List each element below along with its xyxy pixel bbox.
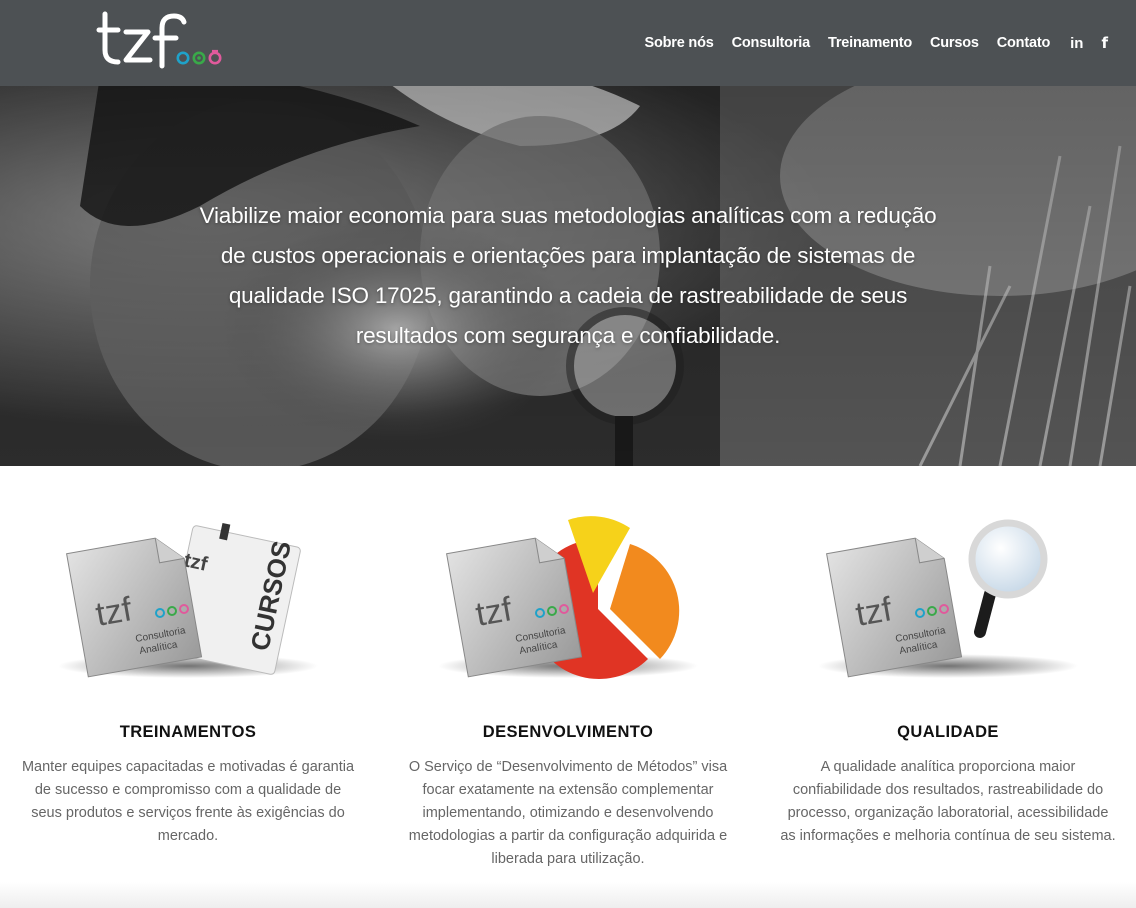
feature-description: O Serviço de “Desenvolvimento de Métodos… [408, 759, 728, 867]
pie-chart-illustration-icon: tzf Consultoria Analítica [438, 516, 698, 679]
hero-tagline: Viabilize maior economia para suas metod… [199, 203, 937, 348]
feature-qualidade: tzf Consultoria Analítica QUALIDADE A qu… [778, 466, 1118, 908]
tzf-logo[interactable] [96, 10, 236, 74]
nav-item-cursos[interactable]: Cursos [930, 35, 979, 51]
illustration-logo: tzf [473, 590, 515, 634]
cursos-illustration-icon: CURSOS tzf tzf Consultoria Analítica [58, 523, 318, 678]
main-nav: Sobre nós Consultoria Treinamento Cursos… [627, 0, 1109, 86]
feature-treinamentos: CURSOS tzf tzf Consultoria Analítica TRE… [18, 466, 358, 908]
facebook-icon[interactable]: f [1101, 34, 1108, 52]
site-header: Sobre nós Consultoria Treinamento Cursos… [0, 0, 1136, 86]
features-section: CURSOS tzf tzf Consultoria Analítica TRE… [0, 466, 1136, 908]
illustration-logo: tzf [93, 590, 135, 634]
linkedin-icon[interactable]: in [1070, 35, 1083, 52]
nav-item-contato[interactable]: Contato [997, 35, 1051, 51]
feature-desenvolvimento: tzf Consultoria Analítica DESENVOLVIMENT… [398, 466, 738, 908]
feature-title: TREINAMENTOS [119, 723, 257, 741]
feature-description: A qualidade analítica proporciona maior … [780, 759, 1116, 844]
bottom-shadow [0, 882, 1136, 908]
magnifier-illustration-icon: tzf Consultoria Analítica [818, 519, 1078, 678]
feature-title: DESENVOLVIMENTO [482, 723, 654, 741]
feature-description: Manter equipes capacitadas e motivadas é… [21, 759, 355, 844]
hero-banner: Viabilize maior economia para suas metod… [0, 86, 1136, 466]
nav-item-consultoria[interactable]: Consultoria [732, 35, 811, 51]
illustration-logo: tzf [853, 590, 895, 634]
nav-item-sobre-nos[interactable]: Sobre nós [645, 35, 714, 51]
nav-item-treinamento[interactable]: Treinamento [828, 35, 912, 51]
feature-title: QUALIDADE [897, 723, 999, 741]
